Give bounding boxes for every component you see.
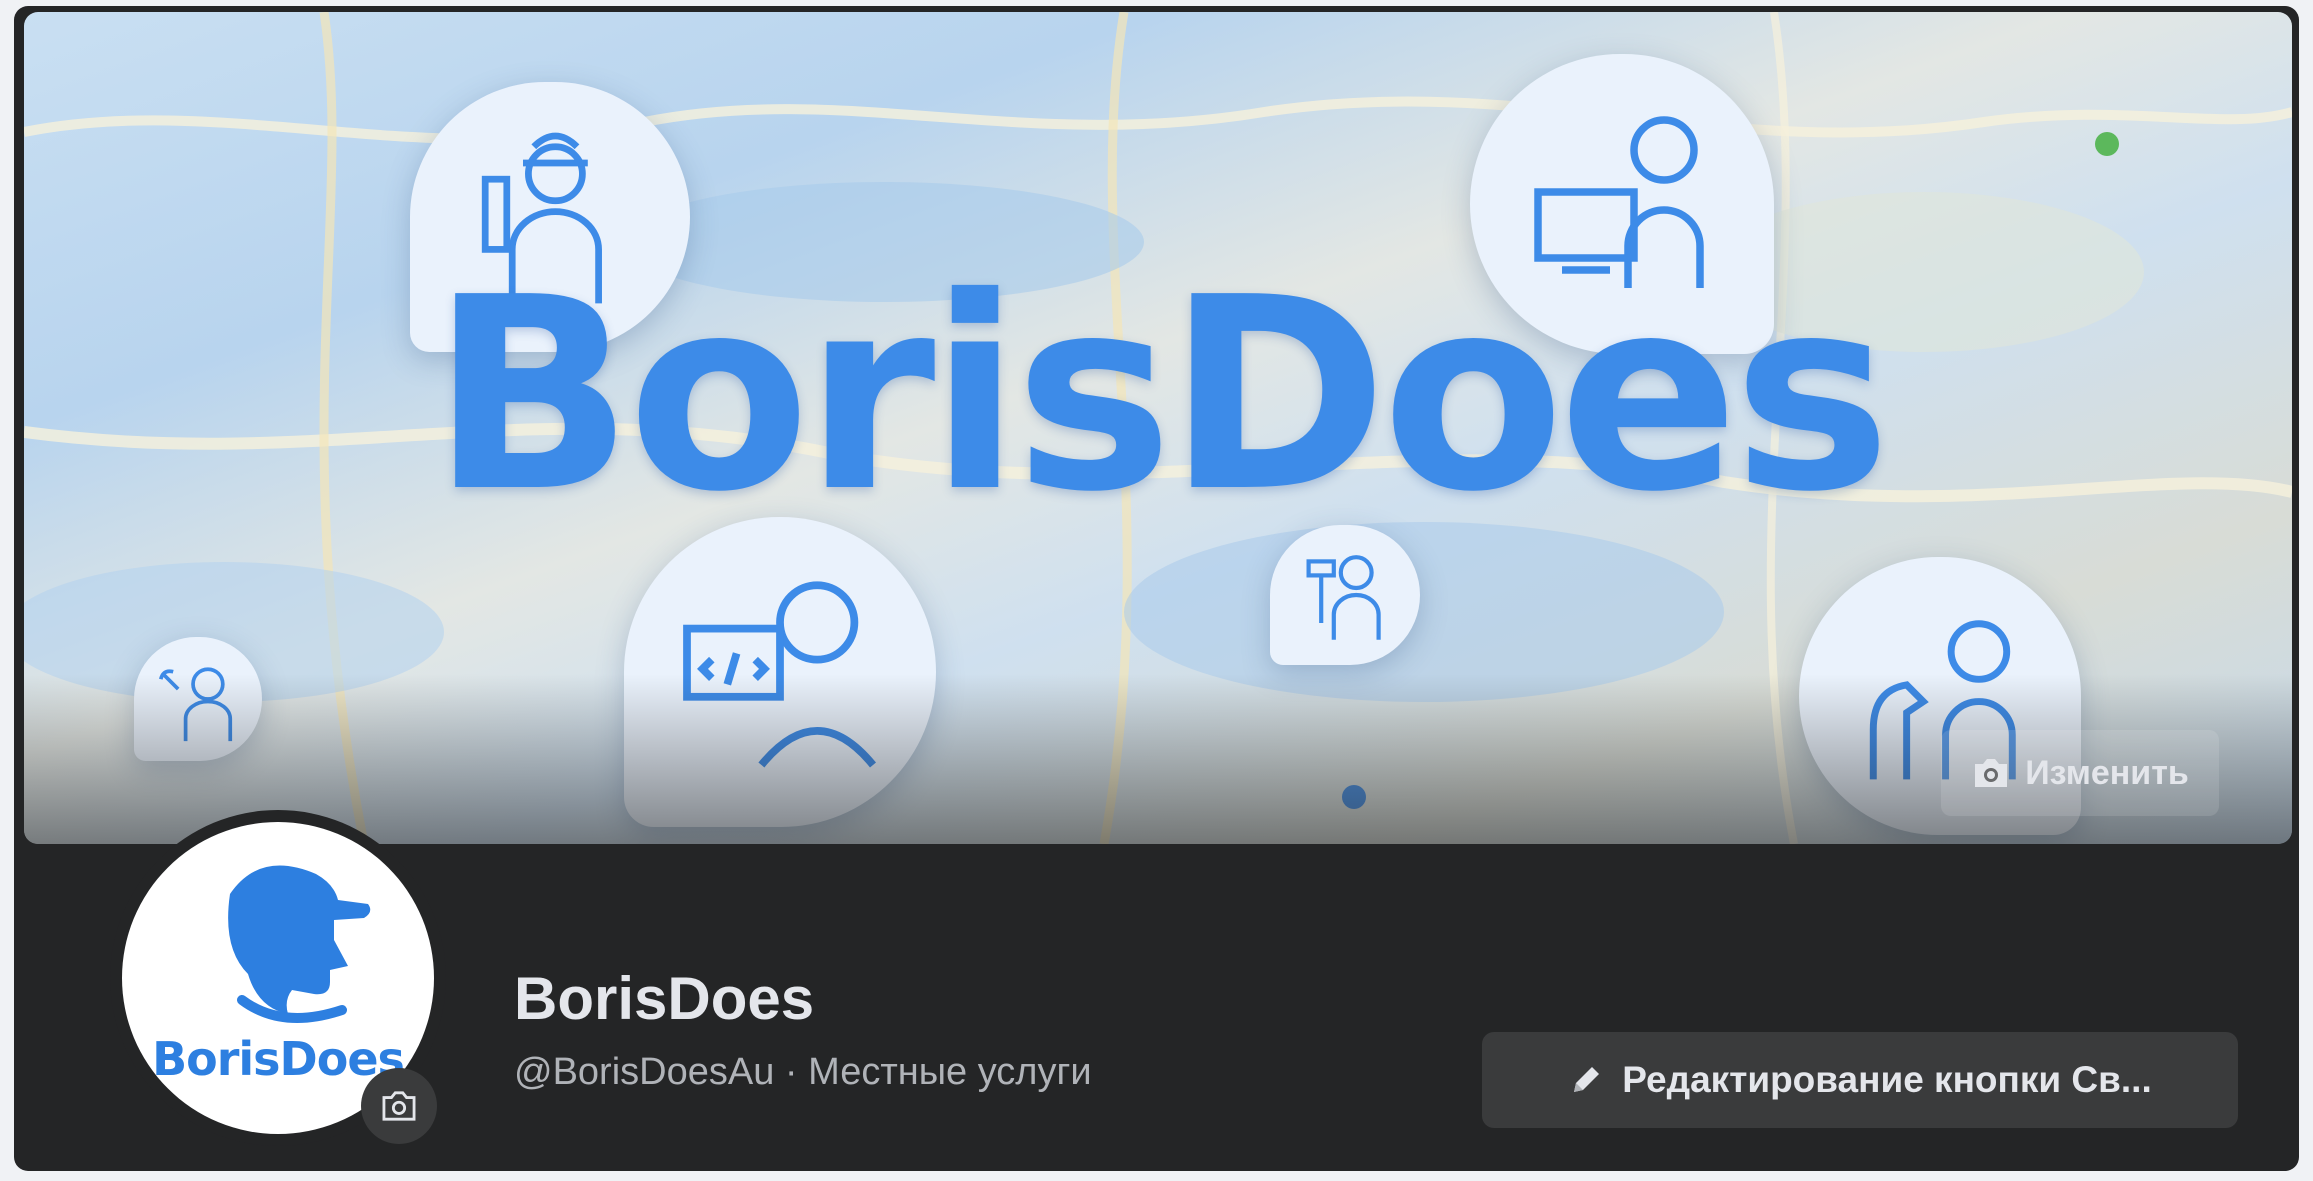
- camera-icon: [1975, 759, 2008, 787]
- avatar-camera-button[interactable]: [361, 1068, 437, 1144]
- page-header-card: BorisDoes Изменить BorisDoes BorisDoes @…: [14, 6, 2299, 1171]
- cover-photo[interactable]: BorisDoes Изменить: [24, 12, 2292, 844]
- page-subtitle: @BorisDoesAu · Местные услуги: [514, 1051, 1092, 1093]
- edit-action-label: Редактирование кнопки Св...: [1622, 1059, 2152, 1100]
- page-name: BorisDoes: [514, 965, 815, 1032]
- edit-cover-label: Изменить: [2025, 753, 2189, 792]
- cover-brand-text: BorisDoes: [430, 240, 1891, 550]
- edit-action-button[interactable]: Редактирование кнопки Св...: [1482, 1032, 2238, 1128]
- camera-icon: [382, 1091, 416, 1121]
- pencil-icon: [1574, 1067, 1600, 1092]
- edit-cover-button[interactable]: Изменить: [1941, 730, 2219, 816]
